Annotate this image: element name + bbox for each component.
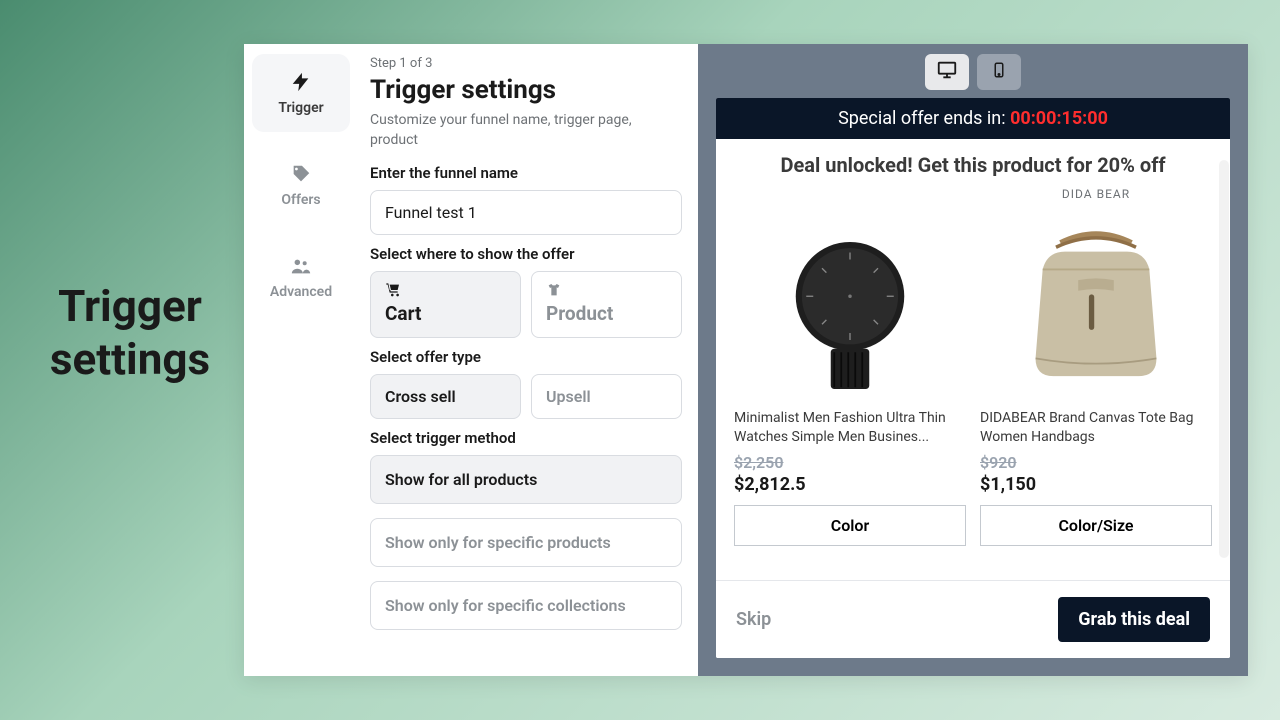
product-new-price: $1,150 — [980, 474, 1212, 495]
method-option-collections[interactable]: Show only for specific collections — [370, 581, 682, 630]
skip-button[interactable]: Skip — [736, 609, 771, 630]
method-option-all[interactable]: Show for all products — [370, 455, 682, 504]
product-new-price: $2,812.5 — [734, 474, 966, 495]
option-label: Cart — [385, 302, 506, 325]
product-old-price: $2,250 — [734, 453, 966, 472]
page-subtitle: Customize your funnel name, trigger page… — [370, 111, 682, 150]
settings-panel: Step 1 of 3 Trigger settings Customize y… — [358, 44, 698, 676]
countdown-banner: Special offer ends in: 00:00:15:00 — [716, 98, 1230, 139]
app-window: Trigger Offers Advanced Step 1 of 3 Trig… — [244, 44, 1248, 676]
banner-prefix: Special offer ends in: — [838, 108, 1010, 129]
product-image — [980, 205, 1212, 405]
product-brand — [734, 187, 966, 205]
funnel-name-input[interactable] — [370, 190, 682, 235]
sidebar-item-label: Offers — [281, 192, 320, 208]
sidebar-item-trigger[interactable]: Trigger — [252, 54, 350, 132]
product-old-price: $920 — [980, 453, 1212, 472]
type-label: Select offer type — [370, 348, 682, 366]
product-image — [734, 205, 966, 405]
desktop-icon — [936, 59, 958, 85]
product-brand: DIDA BEAR — [980, 187, 1212, 205]
scrollbar[interactable] — [1219, 160, 1229, 558]
product-name: Minimalist Men Fashion Ultra Thin Watche… — [734, 409, 966, 447]
type-option-cross-sell[interactable]: Cross sell — [370, 374, 521, 419]
product-name: DIDABEAR Brand Canvas Tote Bag Women Han… — [980, 409, 1212, 447]
grab-deal-button[interactable]: Grab this deal — [1058, 597, 1210, 642]
where-option-cart[interactable]: Cart — [370, 271, 521, 338]
shirt-icon — [546, 282, 667, 298]
method-option-specific-products[interactable]: Show only for specific products — [370, 518, 682, 567]
page-label: Trigger settings — [30, 280, 230, 386]
countdown-timer: 00:00:15:00 — [1010, 108, 1108, 129]
sidebar-item-advanced[interactable]: Advanced — [252, 238, 350, 316]
sidebar-item-label: Advanced — [270, 284, 332, 300]
preview-products: Minimalist Men Fashion Ultra Thin Watche… — [716, 183, 1230, 580]
device-mobile-button[interactable] — [977, 54, 1021, 90]
sidebar-item-label: Trigger — [278, 100, 323, 116]
product-card: DIDA BEAR DIDABEAR Brand Canvas Tote — [980, 187, 1212, 580]
where-label: Select where to show the offer — [370, 245, 682, 263]
mobile-icon — [990, 61, 1008, 83]
method-label: Select trigger method — [370, 429, 682, 447]
preview-panel: Special offer ends in: 00:00:15:00 Deal … — [698, 44, 1248, 676]
preview-mock: Special offer ends in: 00:00:15:00 Deal … — [716, 98, 1230, 658]
funnel-name-label: Enter the funnel name — [370, 164, 682, 182]
page-title: Trigger settings — [370, 75, 682, 105]
cart-icon — [385, 282, 506, 298]
deal-headline: Deal unlocked! Get this product for 20% … — [716, 139, 1230, 183]
sidebar: Trigger Offers Advanced — [244, 44, 358, 676]
variant-select[interactable]: Color — [734, 505, 966, 546]
step-indicator: Step 1 of 3 — [370, 56, 682, 71]
variant-select[interactable]: Color/Size — [980, 505, 1212, 546]
device-switch — [716, 54, 1230, 90]
device-desktop-button[interactable] — [925, 54, 969, 90]
sidebar-item-offers[interactable]: Offers — [252, 146, 350, 224]
bolt-icon — [289, 70, 313, 94]
cog-users-icon — [289, 254, 313, 278]
tag-icon — [289, 162, 313, 186]
type-option-upsell[interactable]: Upsell — [531, 374, 682, 419]
product-card: Minimalist Men Fashion Ultra Thin Watche… — [734, 187, 966, 580]
where-option-product[interactable]: Product — [531, 271, 682, 338]
preview-footer: Skip Grab this deal — [716, 580, 1230, 658]
option-label: Product — [546, 302, 667, 325]
